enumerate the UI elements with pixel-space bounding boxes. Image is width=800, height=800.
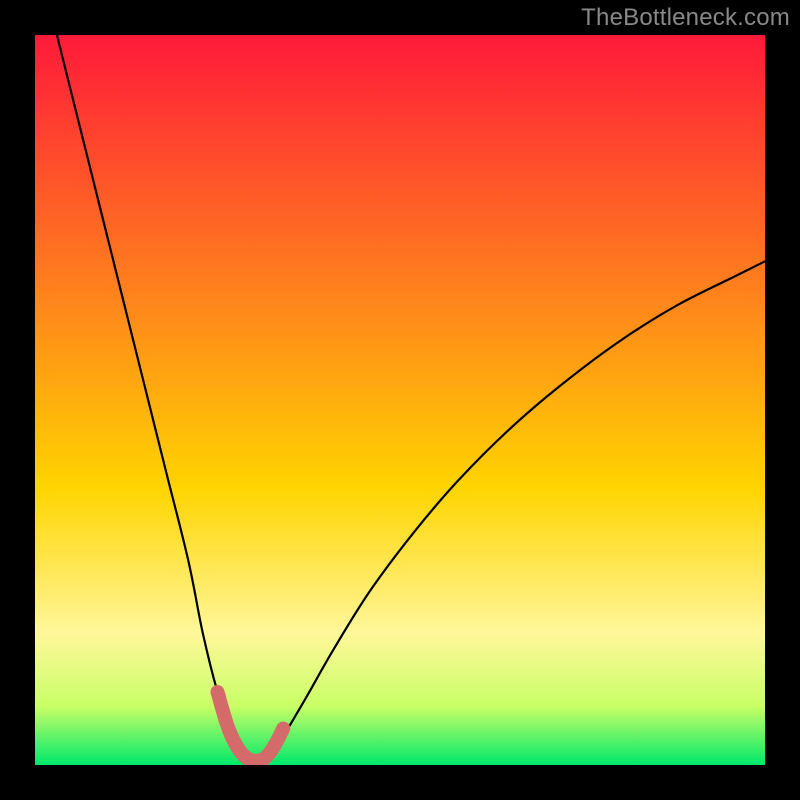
chart-svg xyxy=(35,35,765,765)
chart-plot-area xyxy=(35,35,765,765)
chart-container: TheBottleneck.com xyxy=(0,0,800,800)
watermark-text: TheBottleneck.com xyxy=(581,4,790,32)
gradient-background xyxy=(35,35,765,765)
